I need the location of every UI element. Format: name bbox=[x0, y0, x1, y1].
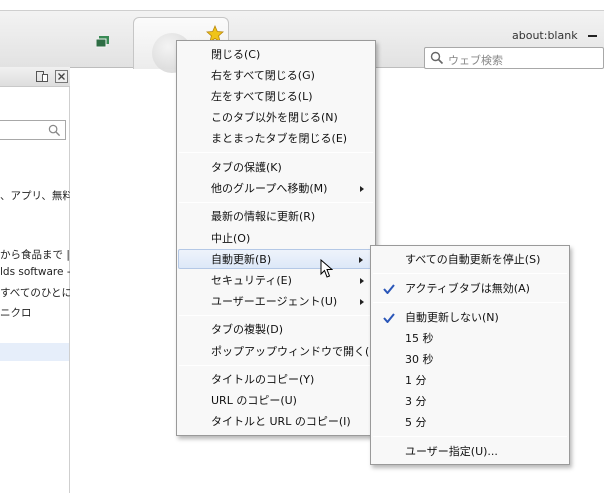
menu-separator bbox=[179, 315, 373, 316]
side-panel: 、アプリ、無料の から食品まで | lds software - すべてのひとに… bbox=[0, 67, 70, 493]
menu-item-copy-url[interactable]: URL のコピー(U) bbox=[178, 391, 374, 411]
menu-separator bbox=[373, 273, 567, 274]
submenu-arrow-icon bbox=[360, 299, 364, 305]
menu-item-auto-reload[interactable]: 自動更新(B) bbox=[178, 249, 374, 269]
panel-list-item[interactable]: lds software - bbox=[0, 266, 70, 278]
tab-context-menu: 閉じる(C) 右をすべて閉じる(G) 左をすべて閉じる(L) このタブ以外を閉じ… bbox=[176, 40, 381, 436]
panel-selected-row[interactable] bbox=[0, 343, 69, 361]
detach-icon[interactable] bbox=[36, 71, 48, 82]
menu-item-close-right[interactable]: 右をすべて閉じる(G) bbox=[178, 66, 374, 86]
menu-separator bbox=[373, 436, 567, 437]
search-placeholder: ウェブ検索 bbox=[448, 54, 503, 67]
submenu-arrow-icon bbox=[359, 257, 363, 263]
close-icon[interactable] bbox=[55, 70, 68, 83]
panel-list-item[interactable]: ニクロ bbox=[0, 305, 70, 320]
menu-item-copy-title-url[interactable]: タイトルと URL のコピー(I) bbox=[178, 412, 374, 432]
search-icon bbox=[48, 124, 61, 137]
menu-item-user-agent[interactable]: ユーザーエージェント(U) bbox=[178, 292, 374, 312]
menu-item-close[interactable]: 閉じる(C) bbox=[178, 45, 374, 65]
menu-item-duplicate-tab[interactable]: タブの複製(D) bbox=[178, 320, 374, 340]
menu-item-no-auto-reload[interactable]: 自動更新しない(N) bbox=[372, 308, 568, 328]
menu-separator bbox=[179, 202, 373, 203]
menu-item-reload[interactable]: 最新の情報に更新(R) bbox=[178, 207, 374, 227]
menu-separator bbox=[179, 152, 373, 153]
menu-item-30-seconds[interactable]: 30 秒 bbox=[372, 350, 568, 370]
menu-item-copy-title[interactable]: タイトルのコピー(Y) bbox=[178, 370, 374, 390]
menu-item-close-others[interactable]: このタブ以外を閉じる(N) bbox=[178, 108, 374, 128]
search-icon bbox=[430, 51, 444, 65]
menu-item-protect-tab[interactable]: タブの保護(K) bbox=[178, 158, 374, 178]
menu-item-3-minutes[interactable]: 3 分 bbox=[372, 392, 568, 412]
menu-item-open-popup[interactable]: ポップアップウィンドウで開く(S) bbox=[178, 342, 381, 362]
menu-item-close-group[interactable]: まとまったタブを閉じる(E) bbox=[178, 129, 374, 149]
web-search-field[interactable]: ウェブ検索 bbox=[424, 47, 604, 69]
panel-search-input[interactable] bbox=[0, 120, 66, 140]
menu-item-stop-all-auto-reload[interactable]: すべての自動更新を停止(S) bbox=[372, 250, 568, 270]
menu-item-1-minute[interactable]: 1 分 bbox=[372, 371, 568, 391]
submenu-arrow-icon bbox=[360, 186, 364, 192]
menu-item-custom-interval[interactable]: ユーザー指定(U)... bbox=[372, 442, 568, 462]
panel-list-item[interactable]: から食品まで | bbox=[0, 247, 70, 262]
menu-item-stop[interactable]: 中止(O) bbox=[178, 229, 374, 249]
mouse-cursor-icon bbox=[320, 259, 333, 278]
menu-separator bbox=[179, 365, 373, 366]
menu-item-move-to-group[interactable]: 他のグループへ移動(M) bbox=[178, 179, 374, 199]
menu-item-disable-active-tab[interactable]: アクティブタブは無効(A) bbox=[372, 279, 568, 299]
panel-header bbox=[0, 67, 70, 87]
checkmark-icon bbox=[383, 313, 395, 323]
submenu-arrow-icon bbox=[360, 278, 364, 284]
panel-list-item[interactable]: 、アプリ、無料の bbox=[0, 188, 70, 203]
menu-item-5-minutes[interactable]: 5 分 bbox=[372, 413, 568, 433]
auto-reload-submenu: すべての自動更新を停止(S) アクティブタブは無効(A) 自動更新しない(N) … bbox=[370, 245, 570, 465]
menu-item-15-seconds[interactable]: 15 秒 bbox=[372, 329, 568, 349]
menu-item-security[interactable]: セキュリティ(E) bbox=[178, 271, 374, 291]
window-title: about:blank bbox=[512, 29, 578, 42]
menu-item-close-left[interactable]: 左をすべて閉じる(L) bbox=[178, 87, 374, 107]
tab-group-icon[interactable] bbox=[96, 36, 110, 48]
menu-separator bbox=[373, 302, 567, 303]
minimize-button[interactable] bbox=[588, 35, 597, 37]
checkmark-icon bbox=[383, 284, 395, 294]
panel-list-item[interactable]: すべてのひとに。 bbox=[0, 285, 70, 300]
